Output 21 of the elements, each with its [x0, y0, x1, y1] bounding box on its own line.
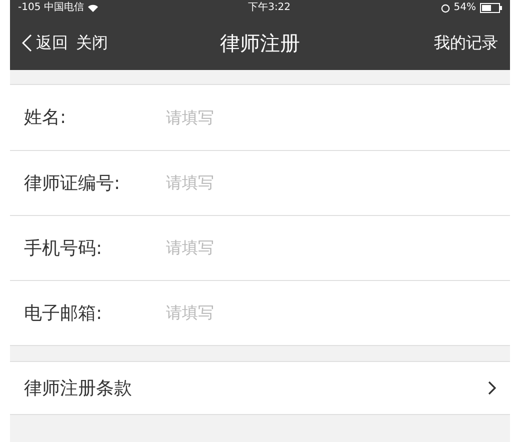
field-label: 电子邮箱: [24, 302, 104, 326]
field-label: 律师证编号: [24, 172, 122, 196]
back-chevron-icon [22, 34, 32, 52]
terms-link-row[interactable]: 律师注册条款 [10, 361, 510, 415]
my-records-button[interactable]: 我的记录 [434, 31, 498, 55]
page-title: 律师注册 [220, 30, 300, 57]
input-field[interactable]: 请填写 [166, 236, 496, 260]
wifi-icon [88, 4, 98, 12]
time-text: 下午3:22 [248, 1, 291, 15]
input-field[interactable]: 请填写 [166, 106, 496, 130]
alarm-icon [440, 4, 450, 12]
battery-text: 54% [454, 1, 476, 15]
input-field[interactable]: 请填写 [166, 171, 496, 195]
battery-icon [480, 3, 502, 13]
field-label: 手机号码: [24, 236, 104, 260]
input-field[interactable]: 请填写 [166, 301, 496, 325]
carrier-text: -105 中国电信 [18, 0, 84, 15]
chevron-right-icon [488, 381, 496, 395]
field-label: 姓名: [24, 106, 68, 130]
close-button[interactable]: 关闭 [76, 31, 108, 55]
back-button[interactable]: 返回 [22, 31, 68, 55]
